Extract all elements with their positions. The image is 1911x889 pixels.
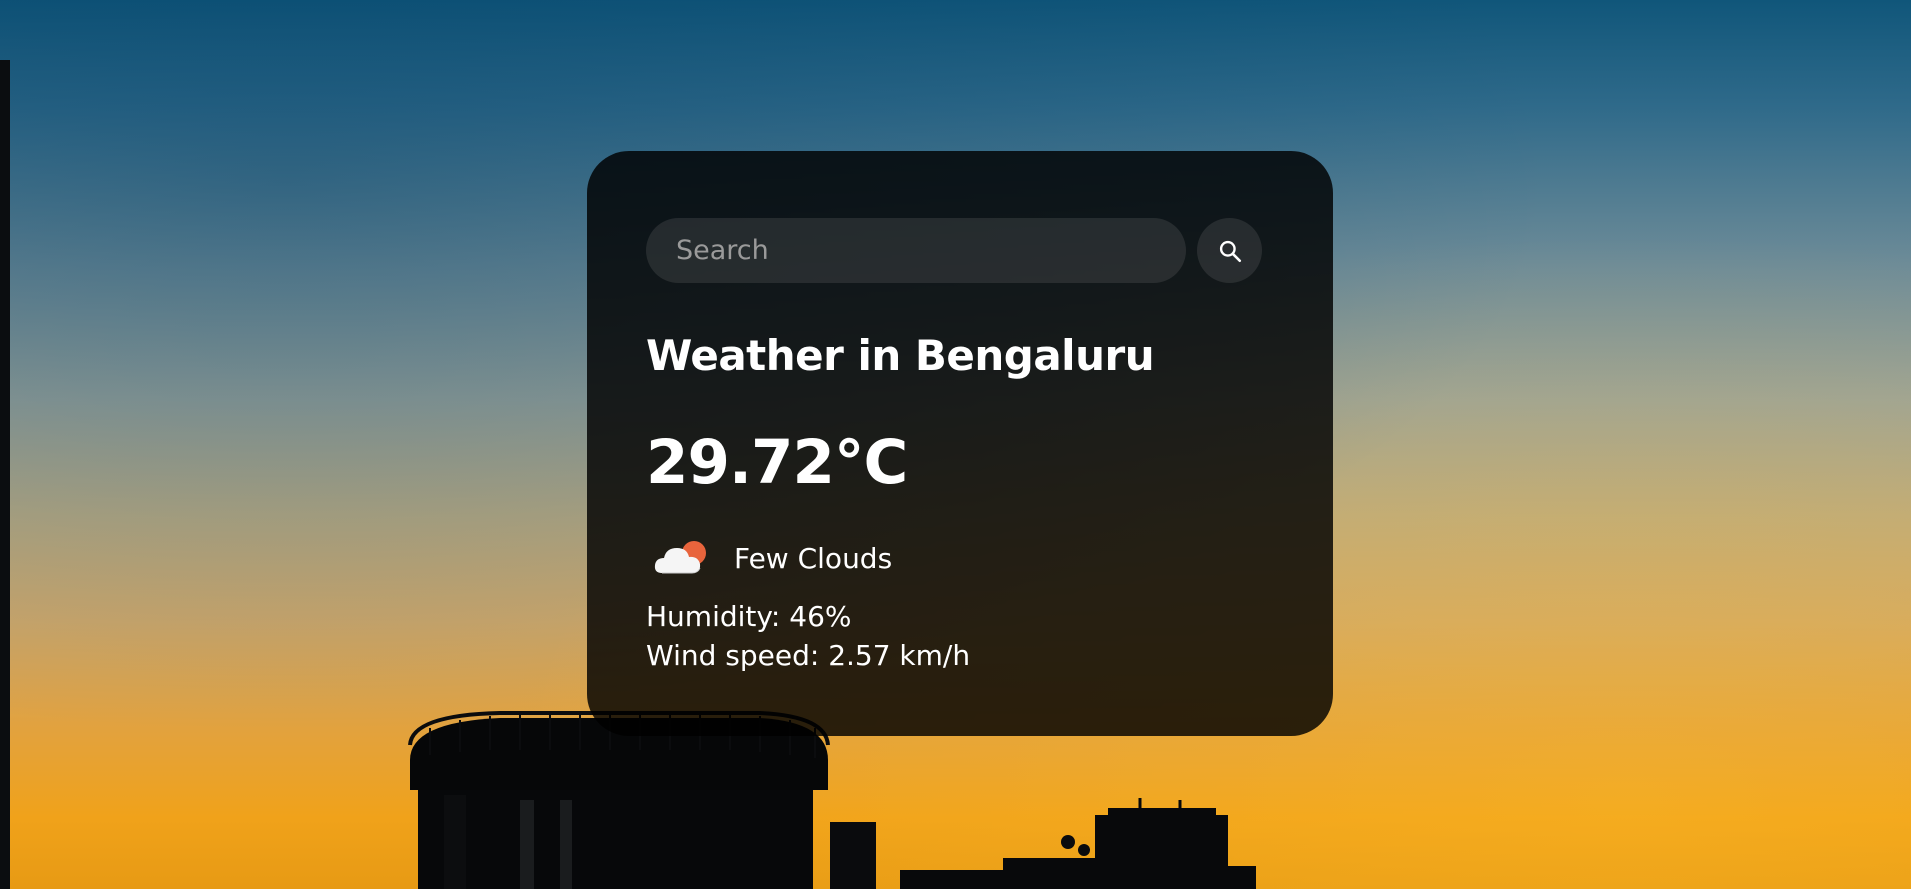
search-button[interactable] bbox=[1197, 218, 1262, 283]
wind-speed-value: Wind speed: 2.57 km/h bbox=[646, 639, 971, 672]
city-title: Weather in Bengaluru bbox=[646, 331, 1155, 380]
search-input[interactable] bbox=[646, 218, 1186, 283]
weather-card: Weather in Bengaluru 29.72°C Few Clouds … bbox=[587, 151, 1333, 736]
search-icon bbox=[1219, 240, 1241, 262]
background-scene: Weather in Bengaluru 29.72°C Few Clouds … bbox=[0, 0, 1911, 889]
few-clouds-icon bbox=[654, 541, 706, 574]
humidity-value: Humidity: 46% bbox=[646, 600, 852, 633]
weather-description: Few Clouds bbox=[734, 541, 893, 575]
temperature-value: 29.72°C bbox=[646, 427, 908, 498]
weather-description-row: Few Clouds bbox=[646, 533, 1274, 583]
search-bar bbox=[646, 218, 1274, 283]
